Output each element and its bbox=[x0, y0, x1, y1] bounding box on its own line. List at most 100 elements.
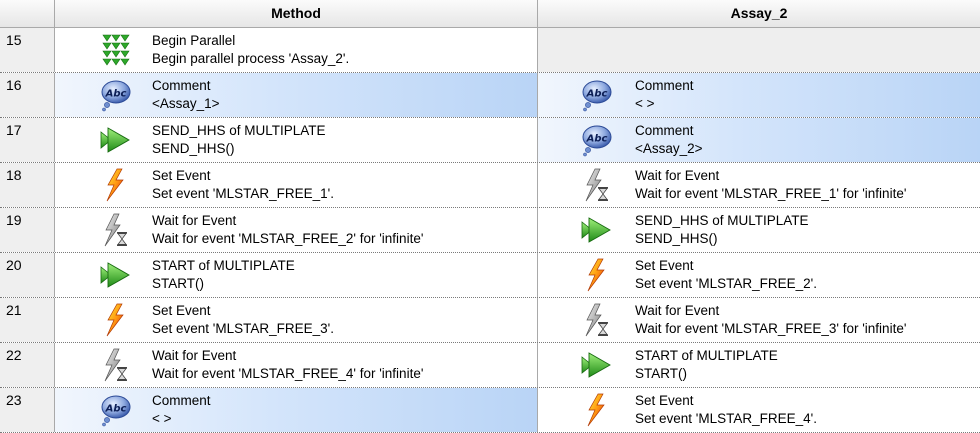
step-title: Set Event bbox=[635, 393, 694, 408]
send-arrow-icon bbox=[99, 258, 131, 292]
step-text: Wait for Event Wait for event 'MLSTAR_FR… bbox=[152, 212, 423, 248]
step-detail: Set event 'MLSTAR_FREE_4'. bbox=[635, 411, 817, 426]
assay-step-cell[interactable]: Wait for Event Wait for event 'MLSTAR_FR… bbox=[538, 163, 980, 207]
method-step-cell[interactable]: Set Event Set event 'MLSTAR_FREE_1'. bbox=[55, 163, 538, 207]
step-detail: Begin parallel process 'Assay_2'. bbox=[152, 51, 350, 66]
step-title: Wait for Event bbox=[635, 303, 720, 318]
grid-header: Method Assay_2 bbox=[0, 0, 980, 28]
step-detail: Wait for event 'MLSTAR_FREE_1' for 'infi… bbox=[635, 186, 907, 201]
step-title: Wait for Event bbox=[152, 213, 237, 228]
step-detail: SEND_HHS() bbox=[152, 141, 235, 156]
comment-icon: Abc bbox=[580, 123, 612, 157]
svg-text:Abc: Abc bbox=[586, 89, 608, 100]
table-row[interactable]: 15 Begin Parallel Begin parallel process… bbox=[0, 28, 980, 73]
table-row[interactable]: 20 START of MULTIPLATE START() Set Event… bbox=[0, 253, 980, 298]
step-text: Comment < > bbox=[152, 392, 211, 428]
parallel-icon bbox=[99, 33, 131, 67]
table-row[interactable]: 23 Abc Comment < > Set Event Set event '… bbox=[0, 388, 980, 433]
step-text: START of MULTIPLATE START() bbox=[152, 257, 295, 293]
row-number: 17 bbox=[0, 118, 55, 162]
assay-step-cell[interactable]: Abc Comment < > bbox=[538, 73, 980, 117]
row-number: 21 bbox=[0, 298, 55, 342]
assay-step-cell[interactable]: START of MULTIPLATE START() bbox=[538, 343, 980, 387]
method-grid: Method Assay_2 15 Begin Parallel Begin p… bbox=[0, 0, 980, 433]
method-step-cell[interactable]: START of MULTIPLATE START() bbox=[55, 253, 538, 297]
table-row[interactable]: 18 Set Event Set event 'MLSTAR_FREE_1'. bbox=[0, 163, 980, 208]
svg-text:Abc: Abc bbox=[586, 134, 608, 145]
step-title: Comment bbox=[635, 123, 694, 138]
step-title: Set Event bbox=[635, 258, 694, 273]
row-number: 18 bbox=[0, 163, 55, 207]
step-text: Set Event Set event 'MLSTAR_FREE_3'. bbox=[152, 302, 334, 338]
assay-step-cell[interactable]: SEND_HHS of MULTIPLATE SEND_HHS() bbox=[538, 208, 980, 252]
step-text: Set Event Set event 'MLSTAR_FREE_4'. bbox=[635, 392, 817, 428]
table-row[interactable]: 17 SEND_HHS of MULTIPLATE SEND_HHS() Abc bbox=[0, 118, 980, 163]
step-detail: <Assay_2> bbox=[635, 141, 703, 156]
step-detail: Set event 'MLSTAR_FREE_2'. bbox=[635, 276, 817, 291]
svg-text:Abc: Abc bbox=[105, 89, 127, 100]
send-arrow-icon bbox=[580, 348, 612, 382]
method-step-cell[interactable]: Wait for Event Wait for event 'MLSTAR_FR… bbox=[55, 208, 538, 252]
step-detail: < > bbox=[635, 96, 655, 111]
header-assay[interactable]: Assay_2 bbox=[538, 0, 980, 27]
set-event-icon bbox=[99, 168, 131, 202]
method-step-cell[interactable]: Abc Comment <Assay_1> bbox=[55, 73, 538, 117]
step-title: Wait for Event bbox=[635, 168, 720, 183]
step-detail: Set event 'MLSTAR_FREE_3'. bbox=[152, 321, 334, 336]
step-title: Set Event bbox=[152, 303, 211, 318]
step-title: START of MULTIPLATE bbox=[152, 258, 295, 273]
row-number: 23 bbox=[0, 388, 55, 432]
step-text: Wait for Event Wait for event 'MLSTAR_FR… bbox=[635, 167, 906, 203]
step-title: Set Event bbox=[152, 168, 211, 183]
method-step-cell[interactable]: Abc Comment < > bbox=[55, 388, 538, 432]
comment-icon: Abc bbox=[99, 78, 131, 112]
step-title: START of MULTIPLATE bbox=[635, 348, 778, 363]
step-text: Comment < > bbox=[635, 77, 694, 113]
assay-step-cell[interactable]: Abc Comment <Assay_2> bbox=[538, 118, 980, 162]
method-step-cell[interactable]: Wait for Event Wait for event 'MLSTAR_FR… bbox=[55, 343, 538, 387]
step-text: Wait for Event Wait for event 'MLSTAR_FR… bbox=[635, 302, 906, 338]
header-method[interactable]: Method bbox=[55, 0, 538, 27]
wait-event-icon bbox=[580, 168, 612, 202]
row-number: 16 bbox=[0, 73, 55, 117]
method-step-cell[interactable]: SEND_HHS of MULTIPLATE SEND_HHS() bbox=[55, 118, 538, 162]
send-arrow-icon bbox=[580, 213, 612, 247]
table-row[interactable]: 16 Abc Comment <Assay_1> Abc Comment < > bbox=[0, 73, 980, 118]
step-text: Comment <Assay_2> bbox=[635, 122, 703, 158]
step-title: Comment bbox=[152, 393, 211, 408]
table-row[interactable]: 19 Wait for Event Wait for event 'MLSTAR… bbox=[0, 208, 980, 253]
step-title: SEND_HHS of MULTIPLATE bbox=[635, 213, 809, 228]
header-row-number[interactable] bbox=[0, 0, 55, 27]
step-title: Comment bbox=[635, 78, 694, 93]
step-detail: Wait for event 'MLSTAR_FREE_3' for 'infi… bbox=[635, 321, 907, 336]
wait-event-icon bbox=[99, 348, 131, 382]
step-detail: <Assay_1> bbox=[152, 96, 220, 111]
step-text: Wait for Event Wait for event 'MLSTAR_FR… bbox=[152, 347, 423, 383]
method-step-cell[interactable]: Begin Parallel Begin parallel process 'A… bbox=[55, 28, 538, 72]
step-detail: < > bbox=[152, 411, 172, 426]
step-title: Begin Parallel bbox=[152, 33, 236, 48]
step-title: Comment bbox=[152, 78, 211, 93]
set-event-icon bbox=[580, 258, 612, 292]
step-detail: START() bbox=[635, 366, 687, 381]
step-detail: START() bbox=[152, 276, 204, 291]
step-text: SEND_HHS of MULTIPLATE SEND_HHS() bbox=[152, 122, 326, 158]
step-title: SEND_HHS of MULTIPLATE bbox=[152, 123, 326, 138]
assay-step-cell[interactable]: Wait for Event Wait for event 'MLSTAR_FR… bbox=[538, 298, 980, 342]
table-row[interactable]: 21 Set Event Set event 'MLSTAR_FREE_3'. bbox=[0, 298, 980, 343]
step-text: SEND_HHS of MULTIPLATE SEND_HHS() bbox=[635, 212, 809, 248]
assay-step-cell[interactable]: Set Event Set event 'MLSTAR_FREE_2'. bbox=[538, 253, 980, 297]
step-text: START of MULTIPLATE START() bbox=[635, 347, 778, 383]
svg-text:Abc: Abc bbox=[105, 404, 127, 415]
method-step-cell[interactable]: Set Event Set event 'MLSTAR_FREE_3'. bbox=[55, 298, 538, 342]
row-number: 22 bbox=[0, 343, 55, 387]
assay-cell-empty[interactable] bbox=[538, 28, 980, 72]
set-event-icon bbox=[580, 393, 612, 427]
table-row[interactable]: 22 Wait for Event Wait for event 'MLSTAR… bbox=[0, 343, 980, 388]
send-arrow-icon bbox=[99, 123, 131, 157]
step-text: Comment <Assay_1> bbox=[152, 77, 220, 113]
wait-event-icon bbox=[99, 213, 131, 247]
step-text: Set Event Set event 'MLSTAR_FREE_2'. bbox=[635, 257, 817, 293]
assay-step-cell[interactable]: Set Event Set event 'MLSTAR_FREE_4'. bbox=[538, 388, 980, 432]
row-number: 20 bbox=[0, 253, 55, 297]
